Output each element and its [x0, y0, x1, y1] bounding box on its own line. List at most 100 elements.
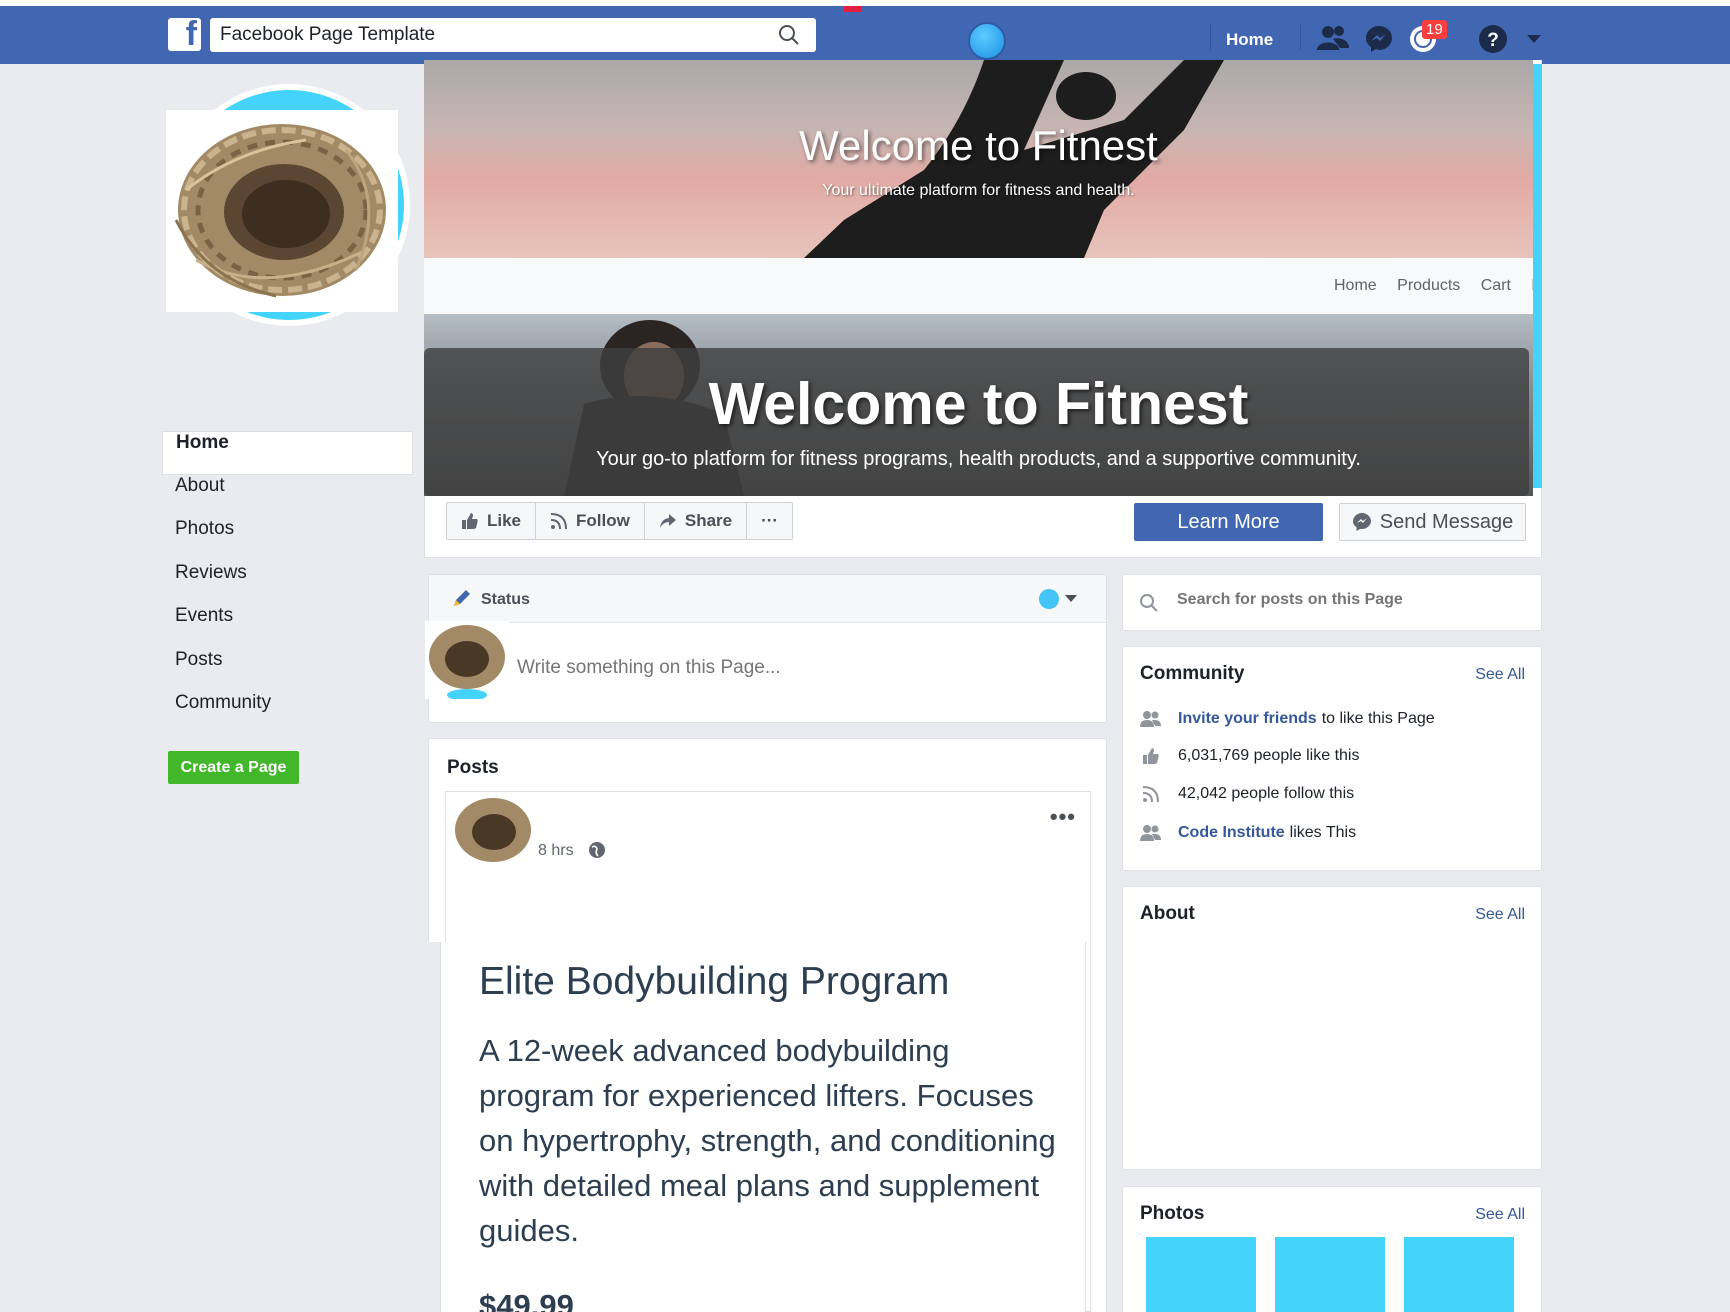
photo-thumbnail[interactable]: [1404, 1237, 1514, 1312]
follows-row: 42,042 people follow this: [1140, 782, 1354, 806]
sidebar-item-events[interactable]: Events: [162, 605, 413, 649]
likes-row: 6,031,769 people like this: [1140, 744, 1359, 768]
send-message-button[interactable]: Send Message: [1339, 503, 1526, 541]
dropdown-icon[interactable]: [1526, 34, 1542, 44]
post-author-avatar[interactable]: [452, 794, 534, 866]
audience-caret-icon[interactable]: [1065, 595, 1077, 602]
status-header: Status: [429, 575, 1106, 623]
hero-top-title: Welcome to Fitnest: [799, 122, 1158, 169]
sidebar-item-photos[interactable]: Photos: [162, 518, 413, 562]
pencil-icon: [454, 590, 470, 606]
status-avatar: [425, 621, 509, 699]
people-icon: [1140, 825, 1161, 841]
sidebar-item-about[interactable]: About: [162, 475, 413, 519]
page-action-bar: Like Follow Share ···: [446, 502, 794, 540]
page-post-search: [1122, 574, 1542, 631]
friend-likes-text: likes This: [1289, 824, 1357, 841]
divider: [1210, 24, 1211, 50]
create-page-button[interactable]: Create a Page: [168, 751, 299, 784]
profile-dot[interactable]: [968, 22, 1006, 60]
main-hero-banner: Welcome to Fitnest Your go-to platform f…: [424, 314, 1533, 496]
nest-image: [166, 110, 398, 312]
like-button[interactable]: Like: [447, 503, 537, 539]
friend-likes-row: Code Institute likes This: [1140, 821, 1356, 845]
learn-more-button[interactable]: Learn More: [1134, 503, 1323, 541]
like-label: Like: [487, 511, 522, 530]
status-label[interactable]: Status: [481, 591, 530, 609]
sidebar-item-community[interactable]: Community: [162, 692, 413, 736]
globe-icon: [589, 842, 605, 858]
about-see-all-link[interactable]: See All: [1475, 906, 1525, 924]
sidebar-item-reviews[interactable]: Reviews: [162, 562, 413, 606]
follow-label: Follow: [576, 511, 630, 530]
sidebar-item-home[interactable]: Home: [162, 431, 413, 475]
search-icon[interactable]: [778, 24, 800, 46]
follow-button[interactable]: Follow: [536, 503, 645, 539]
divider: [1300, 24, 1301, 50]
invite-text: to like this Page: [1321, 710, 1435, 727]
audience-dot[interactable]: [1039, 589, 1059, 609]
rss-icon: [1142, 786, 1159, 803]
more-actions-label: ···: [761, 511, 779, 530]
follows-count: 42,042 people follow this: [1178, 785, 1355, 802]
left-gutter: [424, 942, 440, 1312]
photos-see-all-link[interactable]: See All: [1475, 1206, 1525, 1224]
hero-main-title: Welcome to Fitnest: [708, 371, 1249, 437]
thumbs-up-icon: [1143, 748, 1159, 764]
share-button[interactable]: Share: [645, 503, 748, 539]
site-navbar: Home Products Cart M: [424, 258, 1533, 314]
product-title[interactable]: Elite Bodybuilding Program: [479, 960, 949, 1004]
more-actions-button[interactable]: ···: [747, 503, 792, 539]
post-options-button[interactable]: •••: [1050, 804, 1076, 830]
site-nav-home[interactable]: Home: [1334, 277, 1377, 294]
help-icon[interactable]: ?: [1478, 24, 1508, 54]
product-description: A 12-week advanced bodybuilding program …: [479, 1033, 1056, 1248]
home-link[interactable]: Home: [1226, 30, 1273, 50]
hero-main-subtitle: Your go-to platform for fitness programs…: [596, 448, 1361, 470]
posts-title: Posts: [447, 757, 499, 778]
people-icon: [1140, 711, 1161, 727]
page-sidebar-nav: Home About Photos Reviews Events Posts C…: [162, 431, 413, 736]
facebook-logo-icon[interactable]: f: [168, 15, 201, 53]
top-hero-banner: Welcome to Fitnest Your ultimate platfor…: [424, 60, 1533, 258]
hero-top-subtitle: Your ultimate platform for fitness and h…: [822, 182, 1135, 199]
messenger-icon[interactable]: [1364, 24, 1394, 54]
status-composer: Status: [425, 574, 1107, 723]
site-nav-more[interactable]: M: [1531, 277, 1533, 294]
community-title: Community: [1140, 663, 1245, 684]
friends-icon[interactable]: [1316, 24, 1350, 52]
about-box: About See All: [1122, 886, 1542, 1170]
rss-icon: [550, 513, 568, 530]
photos-box: Photos See All: [1122, 1186, 1542, 1312]
share-arrow-icon: [659, 514, 676, 528]
site-nav-products[interactable]: Products: [1397, 277, 1460, 294]
community-see-all-link[interactable]: See All: [1475, 666, 1525, 684]
thumbs-up-icon: [462, 513, 478, 529]
photos-title: Photos: [1140, 1203, 1205, 1224]
notification-badge: 19: [1422, 20, 1447, 39]
status-input[interactable]: [517, 657, 1077, 679]
invite-row: Invite your friends to like this Page: [1140, 707, 1435, 731]
photo-thumbnail[interactable]: [1275, 1237, 1385, 1312]
about-title: About: [1140, 903, 1195, 924]
top-navbar: f Home 19 ?: [0, 0, 1730, 64]
profile-picture[interactable]: [166, 84, 410, 326]
accent-bar: [1533, 64, 1542, 488]
product-card: Elite Bodybuilding Program A 12-week adv…: [440, 942, 1086, 1312]
post-timestamp[interactable]: 8 hrs: [538, 842, 574, 860]
send-message-label: Send Message: [1379, 511, 1514, 533]
messenger-icon: [1352, 513, 1371, 531]
sidebar-item-posts[interactable]: Posts: [162, 649, 413, 693]
product-price: $49.99: [479, 1288, 574, 1312]
svg-text:?: ?: [1487, 30, 1499, 51]
facebook-logo-letter: f: [185, 15, 197, 53]
photo-thumbnail[interactable]: [1146, 1237, 1256, 1312]
post-search-input[interactable]: [1177, 591, 1517, 609]
site-nav-cart[interactable]: Cart: [1481, 277, 1511, 294]
share-label: Share: [684, 511, 733, 530]
friend-link[interactable]: Code Institute: [1178, 824, 1285, 842]
search-icon: [1140, 594, 1158, 612]
invite-friends-link[interactable]: Invite your friends: [1178, 710, 1317, 728]
top-search-input[interactable]: [220, 18, 760, 52]
top-search-bar: [210, 18, 816, 52]
